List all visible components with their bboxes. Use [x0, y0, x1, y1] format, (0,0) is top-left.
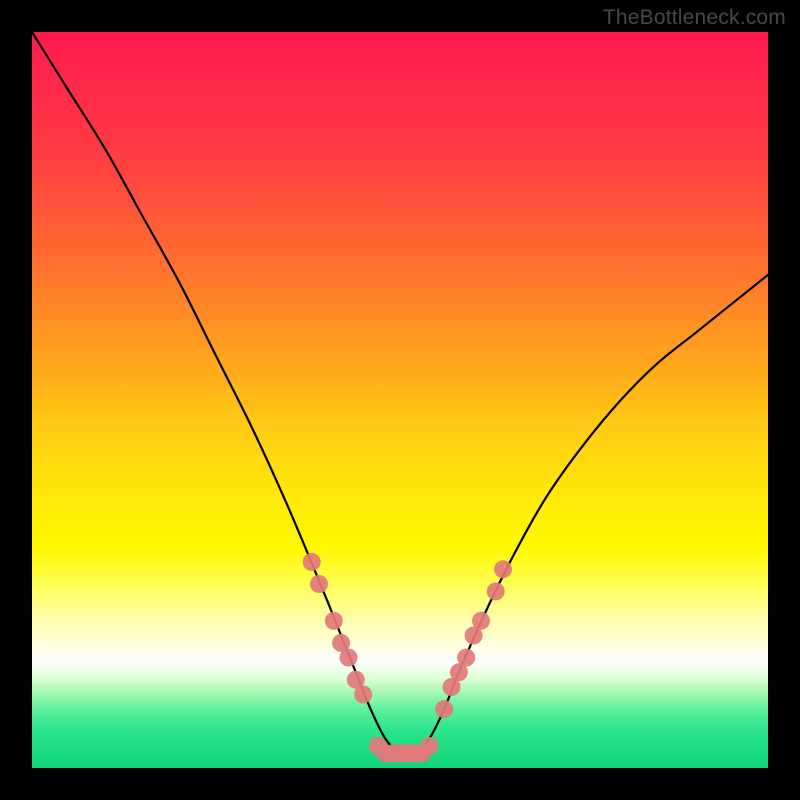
marker-dot	[420, 737, 438, 755]
marker-dot	[303, 553, 321, 571]
marker-dot	[494, 560, 512, 578]
marker-dot	[325, 612, 343, 630]
chart-svg	[32, 32, 768, 768]
marker-dot	[457, 649, 475, 667]
marker-dot	[340, 649, 358, 667]
marker-group	[303, 553, 512, 762]
watermark-text: TheBottleneck.com	[603, 6, 786, 30]
marker-dot	[487, 582, 505, 600]
marker-dot	[310, 575, 328, 593]
plot-area	[32, 32, 768, 768]
chart-frame: TheBottleneck.com	[0, 0, 800, 800]
marker-dot	[435, 700, 453, 718]
marker-dot	[472, 612, 490, 630]
bottleneck-curve	[32, 32, 768, 755]
marker-dot	[354, 685, 372, 703]
